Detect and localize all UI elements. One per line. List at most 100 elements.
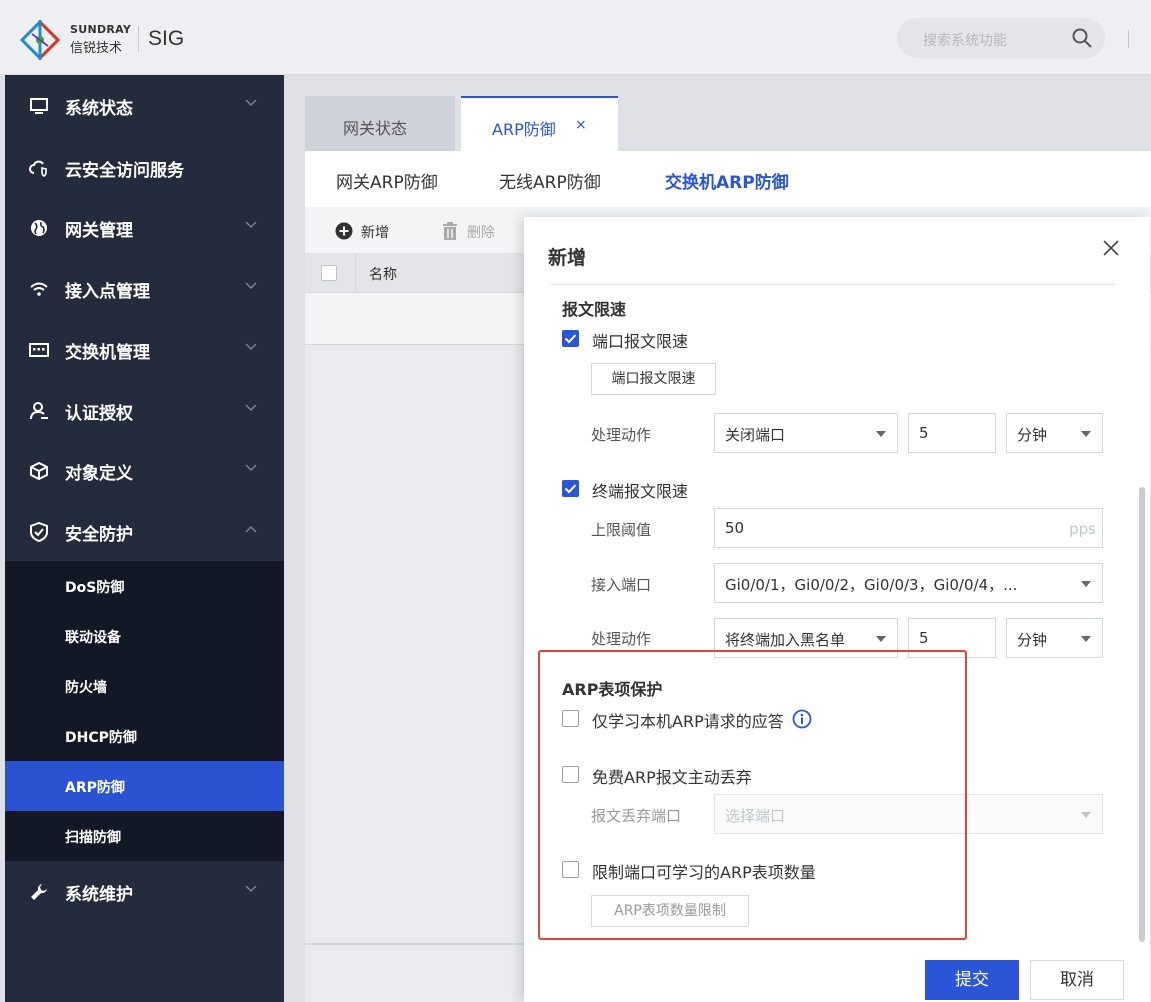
- sidebar-subitem-label: 扫描防御: [65, 830, 121, 846]
- sidebar-item-label: 网关管理: [65, 221, 133, 241]
- tab-arp-defense[interactable]: ARP防御 ×: [461, 96, 618, 151]
- wifi-icon: [30, 282, 48, 296]
- ports-label: 接入端口: [591, 576, 652, 594]
- port-action-label: 处理动作: [591, 426, 652, 444]
- drop-port-placeholder: 选择端口: [725, 807, 786, 825]
- sidebar-item-switch[interactable]: 交换机管理: [5, 319, 284, 380]
- limit-arp-entries-checkbox[interactable]: [562, 861, 579, 878]
- add-dialog: 新增 报文限速 端口报文限速 端口报文限速 处理动作 关闭端口 5 分钟 终端报…: [524, 217, 1150, 1002]
- port-rate-limit-label: 端口报文限速: [592, 332, 689, 351]
- drop-port-label: 报文丢弃端口: [591, 807, 682, 825]
- checkmark-icon: [564, 484, 577, 494]
- port-duration-input[interactable]: 5: [908, 413, 996, 453]
- sidebar-item-maintenance[interactable]: 系统维护: [5, 861, 284, 922]
- cancel-button[interactable]: 取消: [1030, 960, 1124, 1000]
- threshold-unit: pps: [1069, 520, 1096, 538]
- close-icon[interactable]: ×: [575, 117, 587, 133]
- drop-gratuitous-arp-label: 免费ARP报文主动丢弃: [592, 768, 752, 787]
- arp-entry-limit-button[interactable]: ARP表项数量限制: [591, 895, 749, 927]
- caret-down-icon: [1081, 431, 1091, 437]
- caret-down-icon: [1081, 581, 1091, 587]
- sidebar-item-auth[interactable]: 认证授权: [5, 380, 284, 441]
- search-input[interactable]: 搜索系统功能: [897, 18, 1105, 58]
- sidebar-item-object-definition[interactable]: 对象定义: [5, 440, 284, 501]
- terminal-unit-select[interactable]: 分钟: [1006, 618, 1103, 658]
- drop-port-select[interactable]: 选择端口: [714, 794, 1103, 834]
- shield-icon: [30, 522, 48, 542]
- sidebar-item-label: 对象定义: [65, 464, 133, 484]
- ports-value: Gi0/0/1，Gi0/0/2，Gi0/0/3，Gi0/0/4，...: [725, 576, 1018, 594]
- submit-button[interactable]: 提交: [925, 960, 1019, 1000]
- sidebar-subitem-scan[interactable]: 扫描防御: [5, 811, 284, 861]
- sidebar-subitem-label: 联动设备: [65, 630, 121, 646]
- chevron-down-icon: [245, 282, 257, 290]
- product-name: SIG: [148, 27, 185, 50]
- sidebar-item-cloud-security[interactable]: 云安全访问服务: [5, 137, 284, 198]
- monitor-icon: [30, 98, 48, 114]
- terminal-rate-limit-label: 终端报文限速: [592, 482, 689, 501]
- scrollbar[interactable]: [1139, 487, 1145, 942]
- trash-icon: [443, 222, 457, 240]
- dialog-divider: [550, 284, 1115, 285]
- ports-select[interactable]: Gi0/0/1，Gi0/0/2，Gi0/0/3，Gi0/0/4，...: [714, 563, 1103, 603]
- caret-down-icon: [1081, 812, 1091, 818]
- terminal-action-label: 处理动作: [591, 630, 652, 648]
- tab-gateway-status[interactable]: 网关状态: [305, 96, 455, 151]
- info-icon[interactable]: [792, 709, 812, 729]
- cube-icon: [30, 461, 48, 481]
- caret-down-icon: [876, 431, 886, 437]
- chevron-up-icon: [245, 525, 257, 533]
- chevron-down-icon: [245, 99, 257, 107]
- subtab-label: 无线ARP防御: [499, 173, 601, 193]
- sidebar: 系统状态 云安全访问服务 网关管理 接入点管理 交换机管理 认证授权 对象定义 …: [5, 75, 284, 1002]
- sidebar-subitem-firewall[interactable]: 防火墙: [5, 661, 284, 711]
- port-unit-value: 分钟: [1017, 426, 1048, 444]
- sidebar-subitem-arp[interactable]: ARP防御: [5, 761, 284, 811]
- terminal-unit-value: 分钟: [1017, 631, 1048, 649]
- cloud-shield-icon: [29, 160, 47, 177]
- port-action-select[interactable]: 关闭端口: [714, 413, 898, 453]
- sidebar-subitem-label: ARP防御: [65, 780, 125, 796]
- select-all-checkbox[interactable]: [321, 265, 337, 281]
- sidebar-item-system-status[interactable]: 系统状态: [5, 75, 284, 136]
- threshold-input[interactable]: 50 pps: [714, 508, 1103, 548]
- sidebar-item-gateway[interactable]: 网关管理: [5, 197, 284, 258]
- chevron-down-icon: [245, 885, 257, 893]
- tab-label: ARP防御: [492, 120, 556, 139]
- terminal-action-select[interactable]: 将终端加入黑名单: [714, 618, 898, 658]
- sidebar-subitem-dos[interactable]: DoS防御: [5, 561, 284, 611]
- sidebar-item-security[interactable]: 安全防护: [5, 501, 284, 562]
- top-header: SUNDRAY 信锐技术 SIG 搜索系统功能: [0, 0, 1151, 75]
- brand-divider: [138, 26, 139, 52]
- learn-local-arp-label: 仅学习本机ARP请求的应答: [592, 712, 784, 731]
- delete-button-label: 删除: [467, 225, 495, 241]
- subtab-gateway-arp[interactable]: 网关ARP防御: [336, 151, 446, 207]
- terminal-duration-input[interactable]: 5: [908, 618, 996, 658]
- subtab-wireless-arp[interactable]: 无线ARP防御: [499, 151, 609, 207]
- learn-local-arp-checkbox[interactable]: [562, 710, 579, 727]
- sidebar-subitem-label: DoS防御: [65, 580, 125, 596]
- chevron-down-icon: [245, 464, 257, 472]
- sidebar-subitem-label: DHCP防御: [65, 730, 137, 746]
- column-divider: [355, 253, 356, 293]
- port-rate-limit-checkbox[interactable]: [562, 330, 579, 347]
- sidebar-subitem-linkage[interactable]: 联动设备: [5, 611, 284, 661]
- section-title-rate-limit: 报文限速: [562, 300, 627, 319]
- terminal-rate-limit-checkbox[interactable]: [562, 480, 579, 497]
- sidebar-subitem-dhcp[interactable]: DHCP防御: [5, 711, 284, 761]
- port-rate-limit-button[interactable]: 端口报文限速: [591, 363, 716, 395]
- sidebar-subitem-label: 防火墙: [65, 680, 107, 696]
- delete-button[interactable]: 删除: [441, 221, 501, 241]
- subtab-label: 交换机ARP防御: [665, 173, 789, 193]
- user-auth-icon: [30, 402, 48, 420]
- security-submenu: DoS防御 联动设备 防火墙 DHCP防御 ARP防御 扫描防御: [5, 561, 284, 861]
- add-button[interactable]: 新增: [335, 221, 395, 241]
- drop-gratuitous-arp-checkbox[interactable]: [562, 766, 579, 783]
- close-icon[interactable]: [1103, 240, 1119, 256]
- tab-label: 网关状态: [343, 119, 408, 138]
- port-duration-value: 5: [919, 424, 929, 442]
- port-unit-select[interactable]: 分钟: [1006, 413, 1103, 453]
- sidebar-item-access-point[interactable]: 接入点管理: [5, 258, 284, 319]
- search-icon[interactable]: [1071, 27, 1093, 49]
- subtab-switch-arp[interactable]: 交换机ARP防御: [635, 151, 819, 209]
